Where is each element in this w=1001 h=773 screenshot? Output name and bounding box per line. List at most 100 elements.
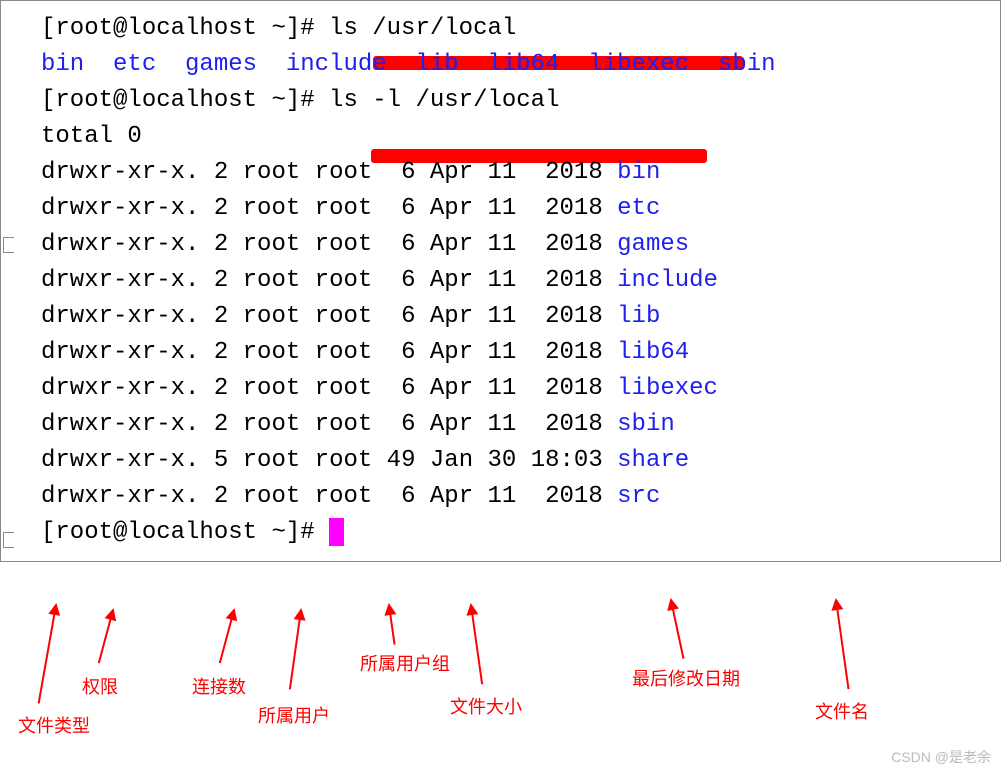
name-col: src: [603, 483, 661, 510]
arrow-group: [388, 605, 396, 645]
user-col: root: [228, 303, 300, 330]
prompt: [root@localhost ~]#: [41, 87, 329, 114]
group-col: root: [300, 159, 372, 186]
user-col: root: [228, 375, 300, 402]
size-col: 6: [372, 411, 415, 438]
group-col: root: [300, 411, 372, 438]
arrow-filetype: [38, 605, 57, 704]
user-col: root: [228, 231, 300, 258]
total-line: total 0: [1, 119, 1000, 155]
arrow-mdate: [670, 600, 684, 659]
prompt-line-3[interactable]: [root@localhost ~]#: [1, 515, 1000, 551]
size-col: 6: [372, 339, 415, 366]
label-mdate: 最后修改日期: [632, 665, 740, 691]
size-col: 6: [372, 159, 415, 186]
links-col: 2: [199, 267, 228, 294]
table-row: drwxr-xr-x. 5 root root 49 Jan 30 18:03 …: [1, 443, 1000, 479]
label-links: 连接数: [192, 673, 246, 699]
perm-col: drwxr-xr-x.: [41, 267, 199, 294]
label-group: 所属用户组: [360, 650, 450, 676]
prompt-line-1: [root@localhost ~]# ls /usr/local: [1, 11, 1000, 47]
label-fname: 文件名: [815, 698, 869, 724]
name-col: include: [603, 267, 718, 294]
label-user: 所属用户: [258, 702, 330, 728]
ls-output-line: bin etc games include lib lib64 libexec …: [1, 47, 1000, 83]
prompt: [root@localhost ~]#: [41, 519, 329, 546]
date-col: Apr 11 2018: [416, 159, 603, 186]
arrow-perm: [98, 610, 114, 664]
table-row: drwxr-xr-x. 2 root root 6 Apr 11 2018 in…: [1, 263, 1000, 299]
group-col: root: [300, 195, 372, 222]
table-row: drwxr-xr-x. 2 root root 6 Apr 11 2018 et…: [1, 191, 1000, 227]
size-col: 6: [372, 231, 415, 258]
group-col: root: [300, 447, 372, 474]
command-2: ls -l /usr/local: [329, 87, 559, 114]
perm-col: drwxr-xr-x.: [41, 375, 199, 402]
table-row: drwxr-xr-x. 2 root root 6 Apr 11 2018 ga…: [1, 227, 1000, 263]
listing-rows: drwxr-xr-x. 2 root root 6 Apr 11 2018 bi…: [1, 155, 1000, 515]
date-col: Apr 11 2018: [416, 195, 603, 222]
links-col: 2: [199, 231, 228, 258]
links-col: 2: [199, 375, 228, 402]
date-col: Apr 11 2018: [416, 411, 603, 438]
size-col: 6: [372, 483, 415, 510]
perm-col: drwxr-xr-x.: [41, 231, 199, 258]
links-col: 5: [199, 447, 228, 474]
perm-col: drwxr-xr-x.: [41, 303, 199, 330]
size-col: 6: [372, 267, 415, 294]
name-col: games: [603, 231, 689, 258]
group-col: root: [300, 267, 372, 294]
user-col: root: [228, 339, 300, 366]
perm-col: drwxr-xr-x.: [41, 483, 199, 510]
group-col: root: [300, 375, 372, 402]
name-col: etc: [603, 195, 661, 222]
arrow-user: [289, 610, 302, 689]
links-col: 2: [199, 411, 228, 438]
user-col: root: [228, 267, 300, 294]
perm-col: drwxr-xr-x.: [41, 339, 199, 366]
name-col: libexec: [603, 375, 718, 402]
links-col: 2: [199, 195, 228, 222]
group-col: root: [300, 339, 372, 366]
table-row: drwxr-xr-x. 2 root root 6 Apr 11 2018 sb…: [1, 407, 1000, 443]
prompt-line-2: [root@localhost ~]# ls -l /usr/local: [1, 83, 1000, 119]
cursor: [329, 518, 344, 546]
date-col: Apr 11 2018: [416, 483, 603, 510]
table-row: drwxr-xr-x. 2 root root 6 Apr 11 2018 bi…: [1, 155, 1000, 191]
date-col: Apr 11 2018: [416, 231, 603, 258]
name-col: share: [603, 447, 689, 474]
perm-col: drwxr-xr-x.: [41, 195, 199, 222]
command-1: ls /usr/local: [329, 15, 516, 42]
perm-col: drwxr-xr-x.: [41, 159, 199, 186]
group-col: root: [300, 303, 372, 330]
table-row: drwxr-xr-x. 2 root root 6 Apr 11 2018 li…: [1, 335, 1000, 371]
size-col: 6: [372, 303, 415, 330]
date-col: Apr 11 2018: [416, 375, 603, 402]
group-col: root: [300, 231, 372, 258]
user-col: root: [228, 159, 300, 186]
name-col: sbin: [603, 411, 675, 438]
date-col: Apr 11 2018: [416, 303, 603, 330]
arrow-fname: [835, 600, 850, 689]
arrow-size: [470, 605, 483, 684]
ls-output: bin etc games include lib lib64 libexec …: [41, 51, 776, 78]
prompt: [root@localhost ~]#: [41, 15, 329, 42]
date-col: Jan 30 18:03: [416, 447, 603, 474]
links-col: 2: [199, 339, 228, 366]
links-col: 2: [199, 483, 228, 510]
arrow-links: [219, 610, 235, 664]
watermark: CSDN @是老余: [891, 747, 991, 767]
size-col: 6: [372, 375, 415, 402]
label-perm: 权限: [82, 673, 118, 699]
links-col: 2: [199, 159, 228, 186]
user-col: root: [228, 195, 300, 222]
name-col: lib64: [603, 339, 689, 366]
perm-col: drwxr-xr-x.: [41, 447, 199, 474]
table-row: drwxr-xr-x. 2 root root 6 Apr 11 2018 li…: [1, 371, 1000, 407]
table-row: drwxr-xr-x. 2 root root 6 Apr 11 2018 li…: [1, 299, 1000, 335]
total-text: total 0: [41, 123, 142, 150]
label-size: 文件大小: [450, 693, 522, 719]
date-col: Apr 11 2018: [416, 339, 603, 366]
group-col: root: [300, 483, 372, 510]
terminal-window[interactable]: [root@localhost ~]# ls /usr/local bin et…: [0, 0, 1001, 562]
